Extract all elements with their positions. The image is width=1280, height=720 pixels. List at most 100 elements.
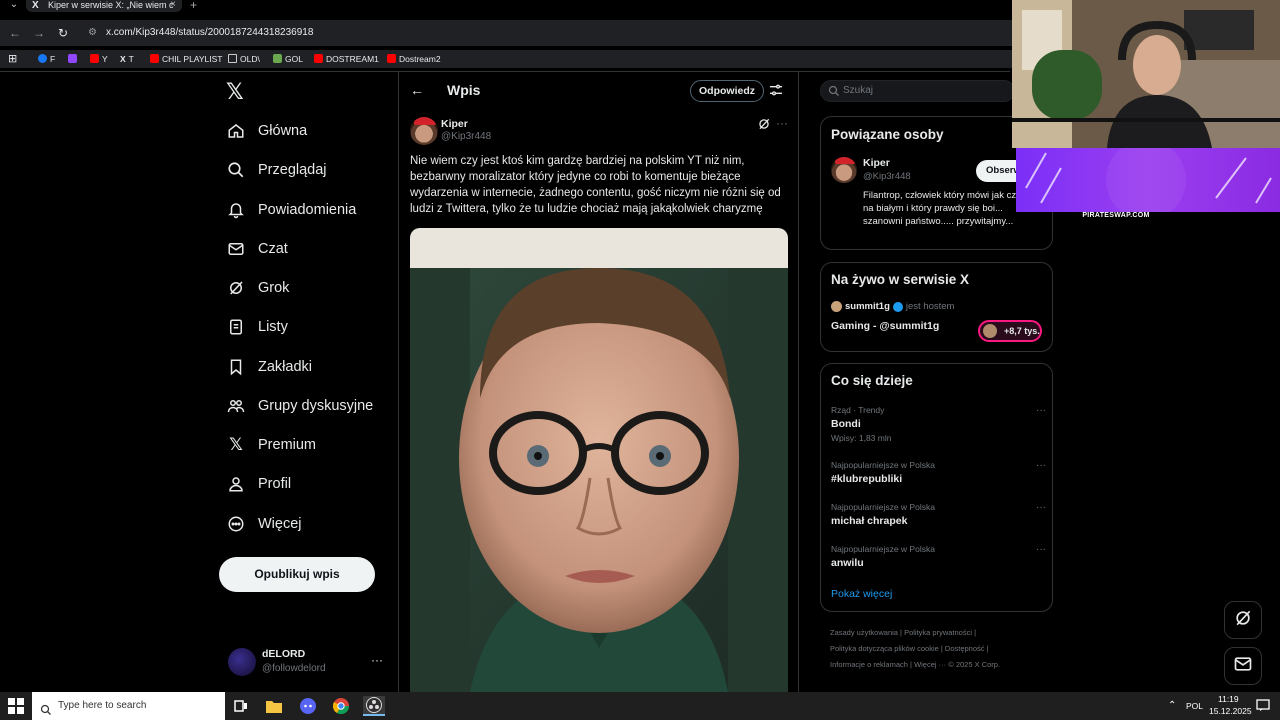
nav-item-profile[interactable]: Profil xyxy=(226,471,291,497)
trend-name: michał chrapek xyxy=(831,515,908,527)
nav-item-grok[interactable]: Grok xyxy=(226,275,289,301)
nav-label: Czat xyxy=(258,241,288,257)
taskbar-search-placeholder: Type here to search xyxy=(58,700,147,711)
forward-button[interactable]: → xyxy=(30,24,48,42)
nav-item-home[interactable]: Główna xyxy=(226,118,307,144)
grok-icon xyxy=(1233,608,1253,633)
post-author-handle[interactable]: @Kip3r448 xyxy=(441,131,491,142)
tab-close-icon[interactable]: × xyxy=(170,0,176,10)
live-listeners-pill[interactable]: +8,7 tys. xyxy=(978,320,1042,342)
avatar xyxy=(228,648,256,676)
bookmark-gol[interactable]: GOL xyxy=(273,50,303,68)
chrome-icon[interactable] xyxy=(330,696,352,716)
bookmark-label: T xyxy=(128,54,134,64)
portrait-photo xyxy=(410,228,788,692)
trend-name: anwilu xyxy=(831,557,864,569)
nav-item-communities[interactable]: Grupy dyskusyjne xyxy=(226,393,373,419)
clock-date[interactable]: 15.12.2025 xyxy=(1209,706,1252,716)
bookmark-label: OLD\ xyxy=(240,54,260,64)
listeners-count: +8,7 tys. xyxy=(1004,326,1040,336)
avatar[interactable] xyxy=(831,157,857,183)
related-handle[interactable]: @Kip3r448 xyxy=(863,171,911,182)
bookmark-x[interactable]: XT xyxy=(120,50,134,68)
bookmark-icon xyxy=(226,357,246,377)
live-host[interactable]: summit1g jest hostem xyxy=(831,301,954,312)
publish-post-button[interactable]: Opublikuj wpis xyxy=(219,557,375,592)
new-tab-button[interactable]: + xyxy=(190,0,197,12)
nav-item-notifications[interactable]: Powiadomienia xyxy=(226,197,356,223)
post-author-name[interactable]: Kiper xyxy=(441,118,468,130)
footer-line[interactable]: Informacje o reklamach | Więcej ··· © 20… xyxy=(830,657,1050,673)
clock-time[interactable]: 11:19 xyxy=(1218,694,1239,704)
bookmark-dostream2[interactable]: Dostream2 xyxy=(387,50,441,68)
more-circle-icon xyxy=(226,514,246,534)
nav-item-explore[interactable]: Przeglądaj xyxy=(226,157,327,183)
browser-tab[interactable]: X Kiper w serwisie X: „Nie wiem c × xyxy=(26,0,182,12)
footer-line[interactable]: Polityka dotycząca plików cookie | Dostę… xyxy=(830,641,1050,657)
x-logo-icon[interactable]: 𝕏 xyxy=(226,81,248,103)
show-more-link[interactable]: Pokaż więcej xyxy=(831,588,892,600)
bookmark-twitch[interactable] xyxy=(68,50,80,68)
x-icon: 𝕏 xyxy=(229,435,243,454)
sliders-icon[interactable] xyxy=(768,82,784,98)
bookmark-dostream1[interactable]: DOSTREAM1 xyxy=(314,50,379,68)
language-indicator[interactable]: POL xyxy=(1186,701,1203,711)
trend-more-icon[interactable]: ··· xyxy=(1036,502,1046,513)
file-explorer-icon[interactable] xyxy=(263,696,285,716)
live-stream-title[interactable]: Gaming - @summit1g xyxy=(831,320,939,332)
post-text: Nie wiem czy jest ktoś kim gardzę bardzi… xyxy=(410,155,781,215)
nav-item-bookmarks[interactable]: Zakładki xyxy=(226,354,312,380)
trend-more-icon[interactable]: ··· xyxy=(1036,405,1046,416)
list-icon xyxy=(226,317,246,337)
grok-fab-button[interactable] xyxy=(1224,601,1262,639)
trend-item[interactable]: Rząd · Trendy Bondi Wpisy: 1,83 mln ··· xyxy=(831,405,1046,443)
footer-line[interactable]: Zasady użytkowania | Polityka prywatnośc… xyxy=(830,625,1050,641)
back-button[interactable]: ← xyxy=(6,24,24,42)
bookmark-chil-playlist[interactable]: CHIL PLAYLIST xyxy=(150,50,222,68)
trend-more-icon[interactable]: ··· xyxy=(1036,460,1046,471)
windows-start-icon[interactable] xyxy=(8,698,24,714)
trend-item[interactable]: Najpopularniejsze w Polska michał chrape… xyxy=(831,502,1046,527)
reload-button[interactable]: ↻ xyxy=(54,24,72,42)
nav-item-more[interactable]: Więcej xyxy=(226,511,302,537)
discord-icon[interactable] xyxy=(297,696,319,716)
verified-badge-icon xyxy=(892,301,903,312)
messages-fab-button[interactable] xyxy=(1224,647,1262,685)
grok-icon[interactable] xyxy=(757,117,771,131)
post-author-avatar[interactable] xyxy=(410,117,438,145)
post-image[interactable] xyxy=(410,228,788,692)
trend-more-icon[interactable]: ··· xyxy=(1036,544,1046,555)
nav-item-chat[interactable]: Czat xyxy=(226,236,288,262)
trend-name: Bondi xyxy=(831,418,861,430)
notification-center-icon[interactable] xyxy=(1256,698,1270,714)
trend-item[interactable]: Najpopularniejsze w Polska #klubrepublik… xyxy=(831,460,1046,485)
tab-search-dropdown[interactable]: ⌄ xyxy=(4,0,24,12)
post-more-icon[interactable]: ··· xyxy=(776,116,788,130)
url-field[interactable]: ⚙ x.com/Kip3r448/status/2000187244318236… xyxy=(80,23,1020,43)
apps-grid-icon[interactable]: ⊞ xyxy=(8,50,17,68)
back-arrow-icon[interactable]: ← xyxy=(410,82,424,98)
task-view-icon[interactable] xyxy=(230,696,252,716)
bookmark-label: CHIL PLAYLIST xyxy=(162,54,223,64)
folder-icon xyxy=(228,54,237,64)
nav-item-lists[interactable]: Listy xyxy=(226,314,288,340)
trends-card: Co się dzieje Rząd · Trendy Bondi Wpisy:… xyxy=(820,363,1053,612)
related-name[interactable]: Kiper xyxy=(863,157,890,169)
bookmark-facebook[interactable]: F xyxy=(38,50,55,68)
obs-icon[interactable] xyxy=(363,696,385,716)
tray-chevron-icon[interactable]: ⌃ xyxy=(1168,700,1176,711)
reply-button[interactable]: Odpowiedz xyxy=(690,80,764,102)
bookmark-youtube[interactable]: Y xyxy=(90,50,108,68)
trend-meta: Rząd · Trendy xyxy=(831,405,885,415)
trend-posts: Wpisy: 1,83 mln xyxy=(831,433,892,443)
bookmark-label: F xyxy=(50,54,56,64)
account-switcher[interactable]: dELORD @followdelord ··· xyxy=(226,645,386,681)
site-settings-icon[interactable]: ⚙ xyxy=(88,23,97,43)
nav-item-premium[interactable]: 𝕏 Premium xyxy=(226,432,316,458)
footer-links[interactable]: Zasady użytkowania | Polityka prywatnośc… xyxy=(830,625,1050,673)
trend-item[interactable]: Najpopularniejsze w Polska anwilu ··· xyxy=(831,544,1046,569)
bookmark-folder-old[interactable]: OLD\ xyxy=(228,50,260,68)
taskbar-search-input[interactable]: Type here to search xyxy=(32,692,225,720)
search-input[interactable]: Szukaj xyxy=(820,80,1015,102)
account-more-icon[interactable]: ··· xyxy=(371,653,383,667)
